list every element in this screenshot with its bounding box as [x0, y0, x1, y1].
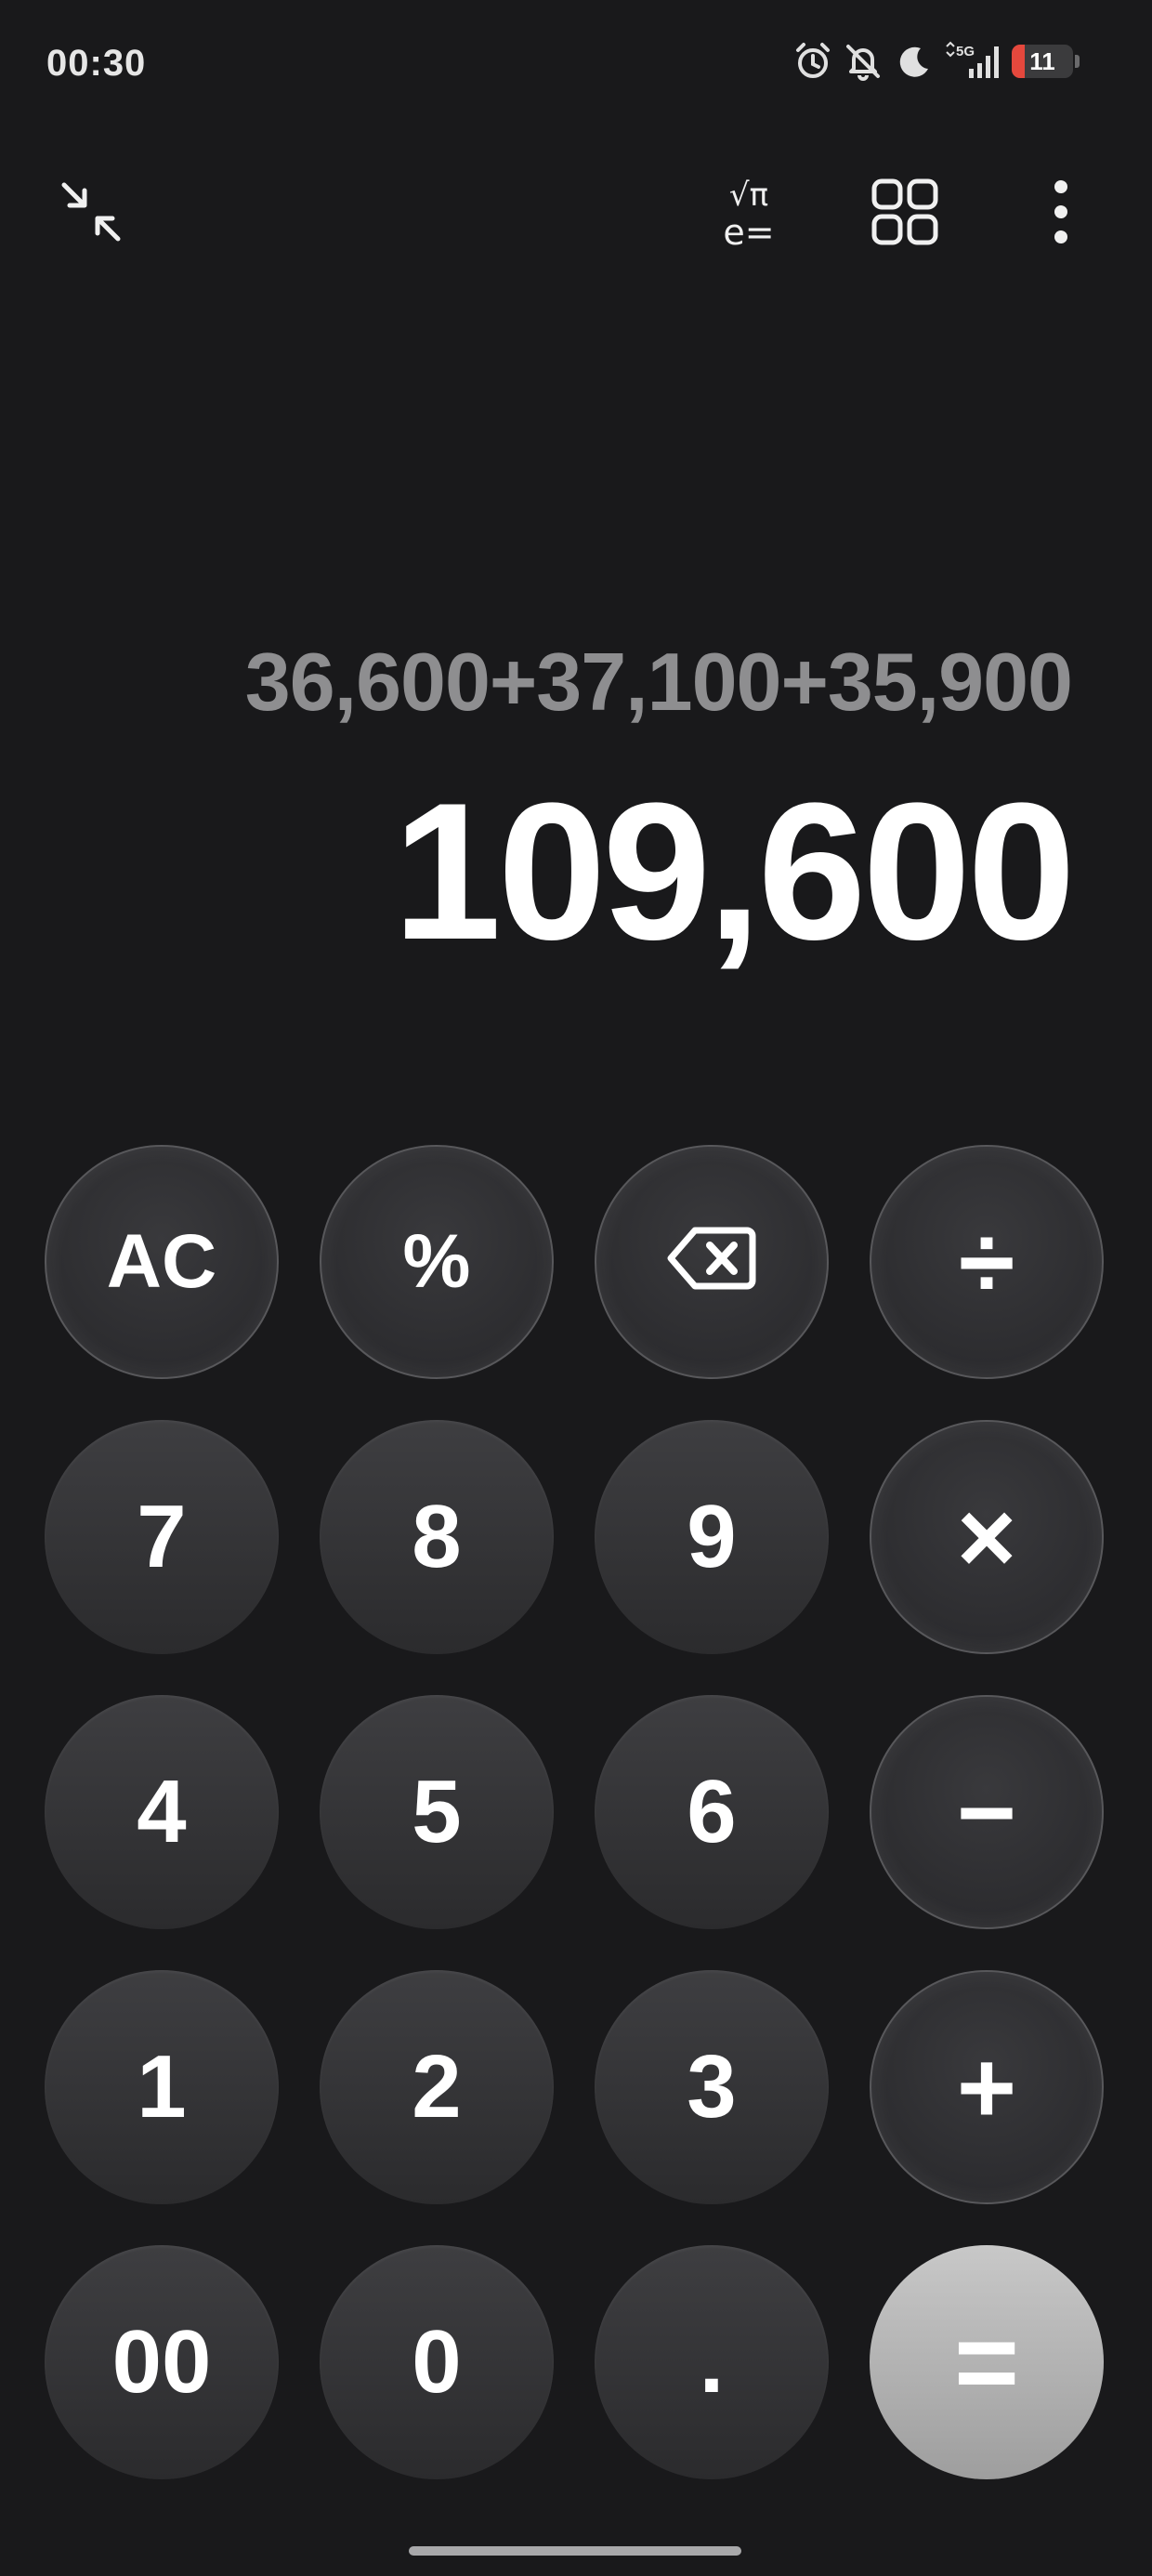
divide-button[interactable]: ÷ [870, 1145, 1104, 1379]
more-options-button[interactable] [1015, 167, 1107, 260]
equals-button[interactable]: = [870, 2245, 1104, 2479]
digit-0-button[interactable]: 0 [320, 2245, 554, 2479]
alarm-icon [792, 41, 833, 82]
decimal-button[interactable]: . [595, 2245, 829, 2479]
battery-level: 11 [1029, 46, 1055, 75]
scientific-mode-button[interactable]: √π e= [702, 167, 795, 260]
add-button[interactable]: + [870, 1970, 1104, 2204]
calculator-app: 00:30 5G 11 √π e= 36,600+37,100+35,900 1… [0, 0, 1152, 2576]
backspace-icon [667, 1211, 756, 1313]
digit-7-button[interactable]: 7 [45, 1420, 279, 1654]
battery-tip [1075, 55, 1080, 68]
digit-4-button[interactable]: 4 [45, 1695, 279, 1929]
digit-2-button[interactable]: 2 [320, 1970, 554, 2204]
multiply-button[interactable]: × [870, 1420, 1104, 1654]
status-icons: 5G 11 [792, 41, 1080, 82]
scientific-label-top: √π [729, 177, 768, 214]
double-zero-button[interactable]: 00 [45, 2245, 279, 2479]
keypad: AC % ÷ 7 8 9 × 4 5 6 − 1 2 3 + 00 0 . = [45, 1145, 1106, 2479]
digit-6-button[interactable]: 6 [595, 1695, 829, 1929]
digit-1-button[interactable]: 1 [45, 1970, 279, 2204]
home-indicator[interactable] [409, 2546, 741, 2556]
minimize-icon [59, 179, 124, 249]
more-options-icon [1052, 179, 1070, 249]
status-bar: 00:30 5G 11 [0, 0, 1152, 130]
bell-muted-icon [843, 41, 884, 82]
digit-8-button[interactable]: 8 [320, 1420, 554, 1654]
digit-3-button[interactable]: 3 [595, 1970, 829, 2204]
signal-icon: 5G [943, 41, 1002, 82]
battery-fill [1012, 45, 1025, 78]
percent-button[interactable]: % [320, 1145, 554, 1379]
scientific-label-bottom: e= [723, 212, 774, 253]
status-time: 00:30 [46, 43, 147, 84]
digit-9-button[interactable]: 9 [595, 1420, 829, 1654]
moon-icon [893, 41, 934, 82]
apps-grid-button[interactable] [858, 167, 951, 260]
clear-button[interactable]: AC [45, 1145, 279, 1379]
result-display: 109,600 [392, 762, 1076, 980]
expression-display: 36,600+37,100+35,900 [244, 636, 1073, 728]
minimize-button[interactable] [45, 167, 137, 260]
scientific-mode-icon: √π e= [707, 170, 791, 258]
digit-5-button[interactable]: 5 [320, 1695, 554, 1929]
battery-icon: 11 [1012, 45, 1073, 78]
network-label: 5G [956, 44, 975, 59]
apps-grid-icon [871, 177, 939, 251]
subtract-button[interactable]: − [870, 1695, 1104, 1929]
backspace-button[interactable] [595, 1145, 829, 1379]
